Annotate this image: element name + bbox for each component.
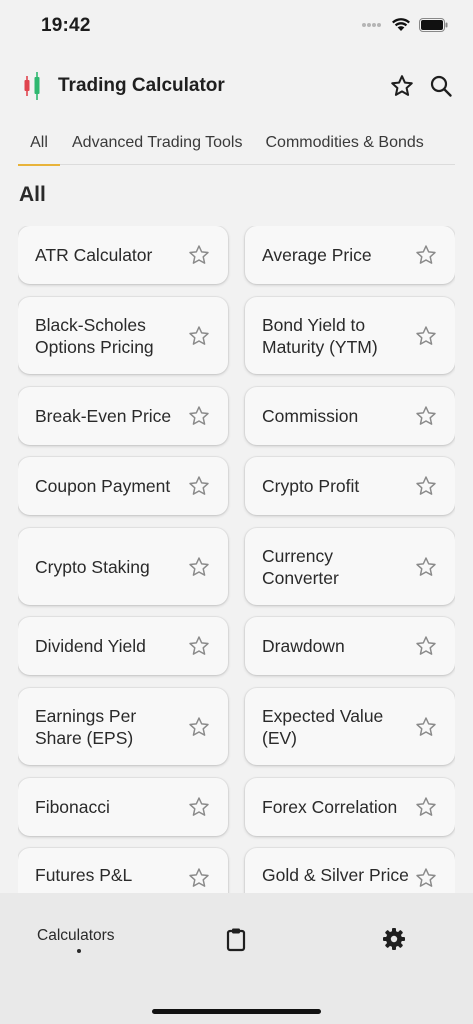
calculator-label: Bond Yield to Maturity (YTM) [262, 314, 378, 357]
calculator-label: Drawdown [262, 636, 345, 656]
favorite-star-icon[interactable] [188, 405, 210, 427]
calculator-label: Fibonacci [35, 797, 110, 817]
status-time: 19:42 [41, 15, 91, 36]
home-indicator [152, 1009, 321, 1014]
calculator-label: Average Price [262, 245, 372, 265]
calculator-label: Gold & Silver Price [262, 865, 409, 885]
tab-all[interactable]: All [18, 122, 60, 166]
favorite-star-icon[interactable] [415, 716, 437, 738]
calculator-card[interactable]: Drawdown [245, 617, 455, 675]
calculator-card[interactable]: Currency Converter [245, 528, 455, 605]
favorite-star-icon[interactable] [188, 796, 210, 818]
calculator-label: Black-Scholes Options Pricing [35, 314, 154, 357]
favorite-star-icon[interactable] [188, 475, 210, 497]
favorite-star-icon[interactable] [415, 867, 437, 889]
favorite-star-icon[interactable] [415, 635, 437, 657]
bottom-nav: Calculators [0, 893, 473, 1024]
calculator-card[interactable]: Black-Scholes Options Pricing [18, 297, 228, 374]
tab-commodities-bonds[interactable]: Commodities & Bonds [265, 122, 423, 165]
calculator-label: Crypto Staking [35, 556, 150, 577]
nav-active-indicator [77, 949, 81, 953]
favorite-star-icon[interactable] [415, 244, 437, 266]
section-title: All [19, 183, 46, 206]
clipboard-icon[interactable] [223, 926, 249, 952]
calculator-label: Dividend Yield [35, 636, 146, 656]
calculator-card[interactable]: Dividend Yield [18, 617, 228, 675]
signal-icon [362, 22, 381, 27]
app-header: Trading Calculator [0, 62, 473, 110]
favorite-star-icon[interactable] [415, 325, 437, 347]
calculator-card[interactable]: Earnings Per Share (EPS) [18, 688, 228, 765]
calculator-card[interactable]: Bond Yield to Maturity (YTM) [245, 297, 455, 374]
calculator-label: Earnings Per Share (EPS) [35, 705, 137, 748]
category-tabs: All Advanced Trading Tools Commodities &… [18, 122, 455, 166]
calculator-card[interactable]: Gold & Silver Price [245, 848, 455, 893]
favorite-star-icon[interactable] [415, 405, 437, 427]
favorite-star-icon[interactable] [415, 556, 437, 578]
calculator-card[interactable]: Average Price [245, 226, 455, 284]
favorite-star-icon[interactable] [188, 716, 210, 738]
favorite-star-icon[interactable] [188, 867, 210, 889]
favorites-button[interactable] [388, 72, 416, 100]
calculator-card[interactable]: Crypto Staking [18, 528, 228, 605]
star-icon [391, 75, 413, 96]
favorite-star-icon[interactable] [188, 244, 210, 266]
favorite-star-icon[interactable] [415, 475, 437, 497]
calculator-label: Coupon Payment [35, 476, 171, 496]
calculator-card[interactable]: ATR Calculator [18, 226, 228, 284]
status-icons [361, 17, 449, 32]
calculator-label: Crypto Profit [262, 476, 360, 496]
calculator-label: Currency Converter [262, 545, 339, 588]
status-bar: 19:42 [0, 0, 473, 50]
battery-icon [419, 17, 448, 32]
favorite-star-icon[interactable] [415, 796, 437, 818]
gear-icon[interactable] [381, 926, 407, 952]
app-title: Trading Calculator [58, 75, 225, 96]
calculator-card[interactable]: Futures P&L [18, 848, 228, 893]
calculator-card[interactable]: Crypto Profit [245, 457, 455, 515]
calculator-label: Break-Even Price [35, 406, 172, 426]
calculator-card[interactable]: Break-Even Price [18, 387, 228, 445]
favorite-star-icon[interactable] [188, 635, 210, 657]
calculator-card[interactable]: Coupon Payment [18, 457, 228, 515]
calculator-card[interactable]: Fibonacci [18, 778, 228, 836]
search-button[interactable] [427, 72, 455, 100]
calculator-label: Futures P&L [35, 865, 133, 885]
nav-calculators[interactable]: Calculators [37, 927, 115, 945]
favorite-star-icon[interactable] [188, 325, 210, 347]
favorite-star-icon[interactable] [188, 556, 210, 578]
calculator-card[interactable]: Forex Correlation [245, 778, 455, 836]
wifi-icon [392, 18, 410, 31]
calculator-card[interactable]: Expected Value (EV) [245, 688, 455, 765]
calculator-label: Forex Correlation [262, 797, 398, 817]
candlestick-logo-icon [24, 72, 40, 100]
tab-advanced-trading-tools[interactable]: Advanced Trading Tools [72, 122, 242, 165]
calculator-label: ATR Calculator [35, 245, 153, 265]
calculator-grid: ATR Calculator Average Price Black-Scholes… [18, 226, 455, 893]
calculator-label: Commission [262, 406, 359, 426]
search-icon [430, 75, 452, 97]
calculator-card[interactable]: Commission [245, 387, 455, 445]
calculator-label: Expected Value (EV) [262, 705, 384, 748]
